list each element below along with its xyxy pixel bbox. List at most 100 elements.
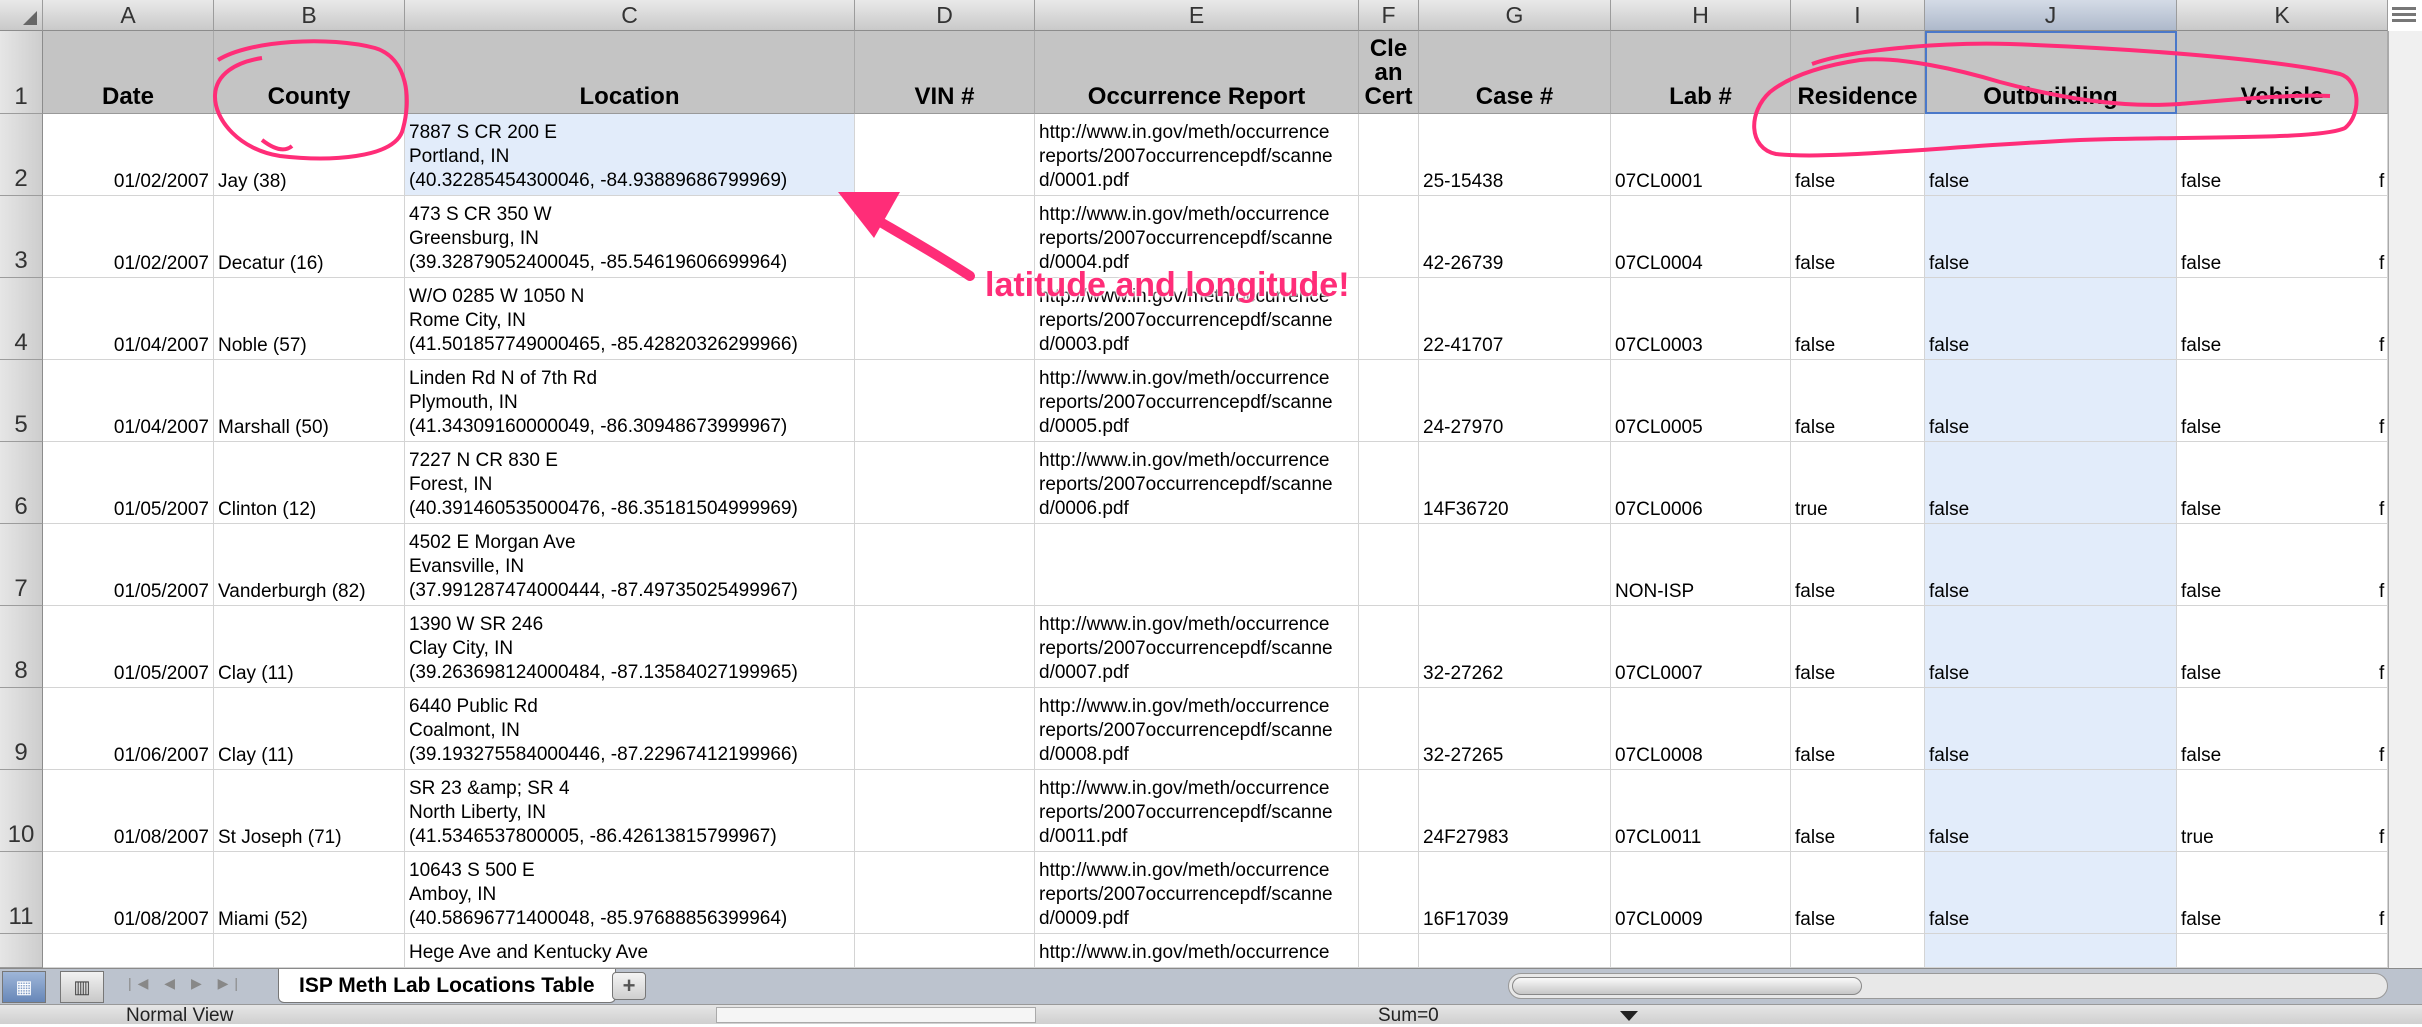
cell-residence[interactable]: false: [1791, 360, 1925, 442]
column-header-i[interactable]: I: [1791, 0, 1925, 31]
column-header-k[interactable]: K: [2177, 0, 2388, 31]
cell-vehicle[interactable]: false: [2177, 524, 2388, 606]
cell-date[interactable]: 01/06/2007: [43, 688, 214, 770]
column-header-e[interactable]: E: [1035, 0, 1359, 31]
cell-vin[interactable]: [855, 524, 1035, 606]
vertical-scrollbar[interactable]: [2388, 31, 2422, 968]
cell-outbuilding[interactable]: false: [1925, 688, 2177, 770]
cell-cert[interactable]: [1359, 934, 1419, 968]
row-header-7[interactable]: 7: [0, 524, 43, 606]
cell-outbuilding[interactable]: false: [1925, 852, 2177, 934]
cell-residence[interactable]: false: [1791, 196, 1925, 278]
cell-outbuilding[interactable]: false: [1925, 196, 2177, 278]
cell-date[interactable]: 01/04/2007: [43, 360, 214, 442]
row-header-1[interactable]: 1: [0, 31, 43, 114]
cell-cert[interactable]: [1359, 278, 1419, 360]
spreadsheet[interactable]: ABCDEFGHIJK 1 2 3 4 5 6 7 8 9 10 11 Date County Locat…: [0, 0, 2422, 1026]
cell-date[interactable]: 01/05/2007: [43, 524, 214, 606]
row-header-3[interactable]: 3: [0, 196, 43, 278]
column-header-j[interactable]: J: [1925, 0, 2177, 31]
cell-overflow[interactable]: f: [2377, 360, 2388, 442]
cell-vin[interactable]: [855, 442, 1035, 524]
cell-residence[interactable]: false: [1791, 278, 1925, 360]
cell-location[interactable]: 7887 S CR 200 E Portland, IN (40.3228545…: [405, 114, 855, 196]
row-header-11[interactable]: 11: [0, 852, 43, 934]
header-cell-report[interactable]: Occurrence Report: [1035, 31, 1359, 114]
cell-location[interactable]: 473 S CR 350 W Greensburg, IN (39.328790…: [405, 196, 855, 278]
row-header-12[interactable]: [0, 934, 43, 968]
cell-lab[interactable]: 07CL0009: [1611, 852, 1791, 934]
sheet-tab-active[interactable]: ISP Meth Lab Locations Table: [278, 969, 616, 1003]
cell-lab[interactable]: 07CL0005: [1611, 360, 1791, 442]
cell-report[interactable]: http://www.in.gov/meth/occurrence: [1035, 934, 1359, 968]
cell-county[interactable]: Clinton (12): [214, 442, 405, 524]
cell-vehicle[interactable]: false: [2177, 360, 2388, 442]
cell-date[interactable]: 01/08/2007: [43, 770, 214, 852]
cell-outbuilding[interactable]: [1925, 934, 2177, 968]
chevron-down-icon[interactable]: [1620, 1011, 1638, 1021]
cell-case[interactable]: 42-26739: [1419, 196, 1611, 278]
add-sheet-button[interactable]: +: [612, 972, 646, 1000]
cell-date[interactable]: 01/02/2007: [43, 114, 214, 196]
cell-overflow[interactable]: f: [2377, 524, 2388, 606]
cell-report[interactable]: http://www.in.gov/meth/occurrence report…: [1035, 770, 1359, 852]
column-header-l[interactable]: [2377, 0, 2388, 31]
column-header-a[interactable]: A: [43, 0, 214, 31]
cell-residence[interactable]: true: [1791, 442, 1925, 524]
cell-cert[interactable]: [1359, 688, 1419, 770]
cell-overflow[interactable]: f: [2377, 442, 2388, 524]
cell-overflow[interactable]: f: [2377, 606, 2388, 688]
row-header-8[interactable]: 8: [0, 606, 43, 688]
cell-vehicle[interactable]: false: [2177, 852, 2388, 934]
split-view-icon[interactable]: [2392, 4, 2416, 26]
cell-cert[interactable]: [1359, 442, 1419, 524]
cell-vehicle[interactable]: false: [2177, 196, 2388, 278]
cell-lab[interactable]: 07CL0008: [1611, 688, 1791, 770]
cell-lab[interactable]: 07CL0004: [1611, 196, 1791, 278]
cell-outbuilding[interactable]: false: [1925, 442, 2177, 524]
cell-case[interactable]: 24-27970: [1419, 360, 1611, 442]
cell-cert[interactable]: [1359, 114, 1419, 196]
cell-report[interactable]: http://www.in.gov/meth/occurrence report…: [1035, 688, 1359, 770]
cell-outbuilding[interactable]: false: [1925, 524, 2177, 606]
cell-county[interactable]: Miami (52): [214, 852, 405, 934]
row-header-9[interactable]: 9: [0, 688, 43, 770]
row-header-5[interactable]: 5: [0, 360, 43, 442]
sheet-nav-arrows[interactable]: |◀ ◀ ▶ ▶|: [128, 975, 248, 999]
row-header-2[interactable]: 2: [0, 114, 43, 196]
cell-location[interactable]: W/O 0285 W 1050 N Rome City, IN (41.5018…: [405, 278, 855, 360]
cell-case[interactable]: [1419, 934, 1611, 968]
cell-vehicle[interactable]: false: [2177, 442, 2388, 524]
cell-report[interactable]: http://www.in.gov/meth/occurrence report…: [1035, 114, 1359, 196]
cell-case[interactable]: 16F17039: [1419, 852, 1611, 934]
column-header-d[interactable]: D: [855, 0, 1035, 31]
row-header-10[interactable]: 10: [0, 770, 43, 852]
cell-date[interactable]: 01/02/2007: [43, 196, 214, 278]
cell-county[interactable]: Marshall (50): [214, 360, 405, 442]
cell-county[interactable]: Noble (57): [214, 278, 405, 360]
cell-lab[interactable]: NON-ISP: [1611, 524, 1791, 606]
cell-report[interactable]: http://www.in.gov/meth/occurrence report…: [1035, 852, 1359, 934]
cell-date[interactable]: [43, 934, 214, 968]
header-cell-outbuilding[interactable]: Outbuilding: [1925, 31, 2177, 114]
cell-vehicle[interactable]: [2177, 934, 2388, 968]
cell-case[interactable]: [1419, 524, 1611, 606]
cell-outbuilding[interactable]: false: [1925, 770, 2177, 852]
cell-overflow[interactable]: f: [2377, 278, 2388, 360]
cell-lab[interactable]: [1611, 934, 1791, 968]
cell-case[interactable]: 14F36720: [1419, 442, 1611, 524]
cell-vin[interactable]: [855, 852, 1035, 934]
cell-lab[interactable]: 07CL0001: [1611, 114, 1791, 196]
cell-vehicle[interactable]: false: [2177, 688, 2388, 770]
cell-date[interactable]: 01/05/2007: [43, 442, 214, 524]
cell-residence[interactable]: false: [1791, 688, 1925, 770]
cell-case[interactable]: 25-15438: [1419, 114, 1611, 196]
cell-report[interactable]: http://www.in.gov/meth/occurrence report…: [1035, 606, 1359, 688]
cell-lab[interactable]: 07CL0003: [1611, 278, 1791, 360]
cell-date[interactable]: 01/08/2007: [43, 852, 214, 934]
header-cell-vin[interactable]: VIN #: [855, 31, 1035, 114]
cell-location[interactable]: 7227 N CR 830 E Forest, IN (40.391460535…: [405, 442, 855, 524]
cell-overflow[interactable]: f: [2377, 114, 2388, 196]
cell-residence[interactable]: false: [1791, 770, 1925, 852]
cell-cert[interactable]: [1359, 770, 1419, 852]
